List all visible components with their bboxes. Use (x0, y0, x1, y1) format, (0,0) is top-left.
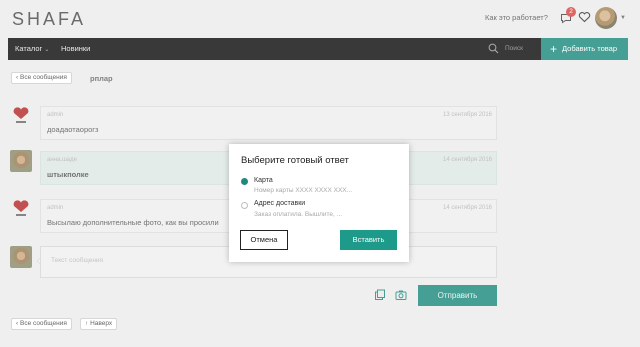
option-label-delivery-address[interactable]: Адрес доставки (254, 200, 305, 207)
cancel-button[interactable]: Отмена (240, 230, 288, 250)
modal-title: Выберите готовый ответ (241, 155, 349, 166)
option-preview-delivery-address: Заказ оплатила. Вышлите, ... (254, 211, 343, 218)
radio-card[interactable] (241, 178, 248, 185)
radio-delivery-address[interactable] (241, 202, 248, 209)
option-preview-card: Номер карты XXXX XXXX XXX... (254, 187, 353, 194)
insert-button[interactable]: Вставить (340, 230, 397, 250)
ready-answer-modal: Выберите готовый ответ Карта Номер карты… (229, 144, 409, 262)
option-label-card[interactable]: Карта (254, 177, 273, 184)
